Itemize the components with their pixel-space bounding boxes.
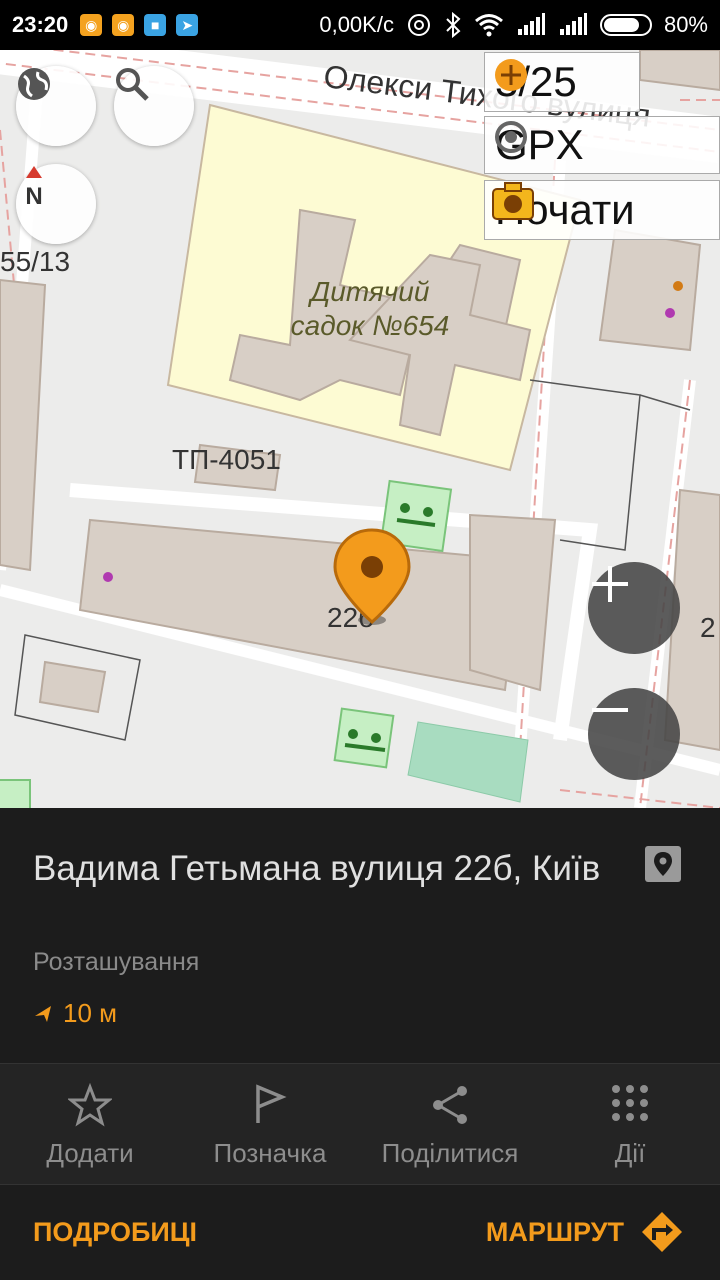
action-label: Поділитися xyxy=(381,1137,519,1168)
map-view[interactable]: Олекси Тихого вулиця Дитячий садок №654 … xyxy=(0,50,720,808)
search-button[interactable] xyxy=(114,66,194,146)
compass-north-icon: N xyxy=(25,166,43,208)
status-bar: 23:20 ◉ ◉ ■ ➤ 0,00K/c 80% xyxy=(0,0,720,50)
record-icon xyxy=(495,121,527,153)
distance-value: 10 м xyxy=(63,998,118,1028)
app-notification-icon: ◉ xyxy=(80,14,103,36)
signal-icon xyxy=(559,13,587,35)
zoom-out-button[interactable] xyxy=(588,688,680,780)
action-label: Додати xyxy=(46,1137,134,1168)
flag-icon xyxy=(256,1083,287,1123)
svg-text:N: N xyxy=(25,183,42,208)
place-address: Вадима Гетьмана вулиця 22б, Київ xyxy=(33,849,601,888)
status-time: 23:20 xyxy=(12,12,69,37)
gpx-widget[interactable]: GPX xyxy=(484,116,720,174)
zoom-in-button[interactable] xyxy=(588,562,680,654)
place-details-panel: Вадима Гетьмана вулиця 22б, Київ Розташу… xyxy=(0,808,720,1280)
satellite-icon xyxy=(495,59,527,91)
action-marker-button[interactable]: Позначка xyxy=(180,1064,360,1184)
camera-icon xyxy=(492,182,534,220)
network-speed: 0,00K/c xyxy=(319,12,394,37)
details-button[interactable]: ПОДРОБИЦІ xyxy=(33,1217,197,1248)
action-share-button[interactable]: Поділитися xyxy=(360,1064,540,1184)
show-location-button[interactable] xyxy=(645,846,681,882)
globe-icon xyxy=(18,68,50,100)
playground-icon xyxy=(0,779,31,808)
route-label: МАРШРУТ xyxy=(485,1216,624,1247)
plus-icon xyxy=(592,566,628,602)
layers-button[interactable] xyxy=(16,66,96,146)
battery-icon xyxy=(599,14,652,36)
telegram-notification-icon: ➤ xyxy=(176,14,199,36)
place-type: Розташування xyxy=(33,948,200,976)
kindergarten-label: Дитячий садок №654 xyxy=(290,276,450,341)
action-label: Позначка xyxy=(213,1137,327,1168)
star-icon xyxy=(68,1082,112,1127)
share-icon xyxy=(433,1085,467,1124)
chat-notification-icon: ■ xyxy=(144,14,167,36)
compass-button[interactable]: N xyxy=(16,164,96,244)
notification-icons: ◉ ◉ ■ ➤ xyxy=(80,14,199,36)
bluetooth-icon xyxy=(446,12,461,38)
photo-widget[interactable]: Почати xyxy=(484,180,720,240)
gps-satellites-widget[interactable]: 3/25 xyxy=(484,52,640,112)
action-label: Дії xyxy=(614,1137,646,1168)
action-add-button[interactable]: Додати xyxy=(0,1064,180,1184)
app-notification-icon: ◉ xyxy=(112,14,135,36)
house-number-label: 55/13 xyxy=(0,246,71,277)
search-icon xyxy=(116,68,149,101)
minus-icon xyxy=(592,708,628,712)
panel-footer: ПОДРОБИЦІ МАРШРУТ xyxy=(0,1184,720,1280)
substation-label: ТП-4051 xyxy=(172,444,281,475)
direction-arrow-icon xyxy=(35,1005,51,1022)
signal-icon xyxy=(517,13,545,35)
route-arrow-icon xyxy=(642,1212,682,1252)
battery-percent: 80% xyxy=(663,12,708,37)
distance-info: 10 м xyxy=(33,998,117,1029)
route-button[interactable]: МАРШРУТ xyxy=(486,1210,684,1254)
map-pin-icon xyxy=(654,852,672,876)
action-bar: Додати Позначка Поділитися Дії xyxy=(0,1063,720,1185)
playground-icon xyxy=(333,707,395,769)
hotspot-icon xyxy=(407,14,430,36)
wifi-icon xyxy=(474,14,503,37)
action-more-button[interactable]: Дії xyxy=(540,1064,720,1184)
location-pin-icon[interactable] xyxy=(333,528,411,624)
dots-grid-icon xyxy=(612,1084,648,1121)
house-number-label: 2 xyxy=(700,612,716,643)
